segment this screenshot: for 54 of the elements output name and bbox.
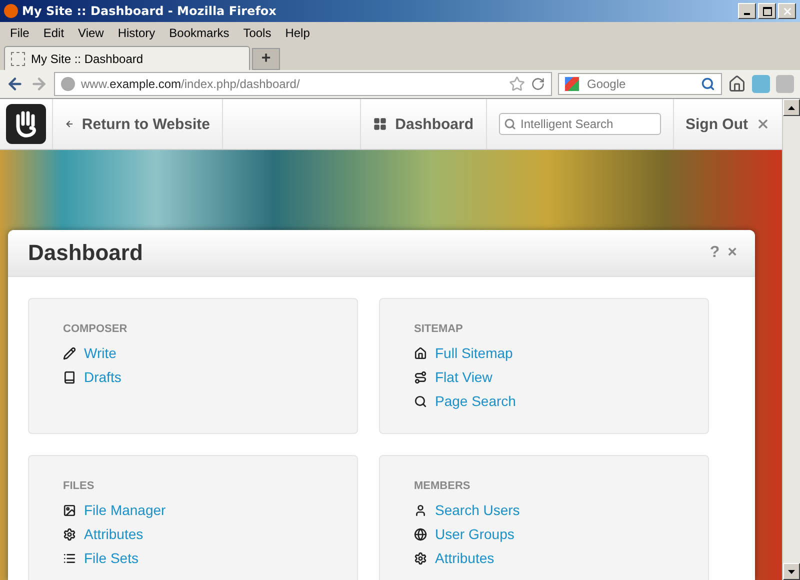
star-icon[interactable] (509, 76, 525, 92)
list-icon (63, 552, 76, 564)
blank-page-icon (11, 52, 25, 66)
pencil-icon (63, 346, 76, 360)
section-title: COMPOSER (63, 323, 128, 335)
gear-icon (414, 552, 427, 564)
menu-item[interactable]: Edit (43, 26, 64, 40)
url-text: www.example.com/index.php/dashboard/ (81, 77, 301, 91)
home-icon[interactable] (728, 75, 746, 93)
search-box[interactable]: Google (558, 73, 722, 95)
person-icon (414, 504, 427, 516)
intelligent-search-box[interactable]: Intelligent Search (498, 113, 660, 135)
caret-up-icon (788, 106, 795, 110)
section-title: SITEMAP (414, 323, 464, 335)
scroll-up-button[interactable] (783, 99, 800, 116)
return-link[interactable]: Return to Website (52, 99, 222, 149)
gear-icon (63, 528, 76, 540)
search-icon[interactable] (701, 77, 715, 91)
dashboard-link[interactable]: Dashboard (360, 99, 486, 149)
new-tab-button[interactable]: + (252, 48, 280, 70)
menu-item[interactable]: Bookmarks (169, 26, 230, 40)
road-icon (414, 370, 427, 384)
logo-icon[interactable] (6, 104, 46, 144)
close-icon (782, 6, 792, 16)
close-icon (756, 117, 770, 131)
picture-icon (63, 504, 76, 516)
close-button[interactable] (778, 3, 796, 19)
menu-item[interactable]: Help (285, 26, 310, 40)
menu-item[interactable]: History (118, 26, 156, 40)
house-icon (414, 346, 427, 360)
menu-item[interactable]: Tools (243, 26, 272, 40)
section-title: MEMBERS (414, 480, 472, 492)
search-icon (504, 118, 516, 130)
maximize-icon (762, 6, 772, 16)
scroll-down-button[interactable] (783, 563, 800, 580)
firefox-icon (4, 4, 18, 18)
reload-icon[interactable] (531, 77, 545, 91)
panel-title: Dashboard (28, 240, 144, 266)
book-icon (63, 370, 76, 384)
tab-title: My Site :: Dashboard (31, 52, 144, 66)
menu-item[interactable]: File (10, 26, 30, 40)
address-field[interactable]: www.example.com/index.php/dashboard/ (54, 72, 552, 96)
search-engine-icon (565, 77, 579, 91)
grid-icon (373, 117, 388, 131)
back-icon[interactable] (6, 75, 24, 93)
search-icon (414, 394, 427, 408)
caret-down-icon (788, 570, 795, 574)
browser-tab[interactable]: My Site :: Dashboard (4, 46, 250, 70)
scrollbar[interactable] (782, 99, 800, 580)
section-title: FILES (63, 480, 96, 492)
minimize-button[interactable] (738, 3, 756, 19)
maximize-button[interactable] (758, 3, 776, 19)
window-title-text: My Site :: Dashboard - Mozilla Firefox (22, 4, 276, 18)
menu-item[interactable]: View (78, 26, 104, 40)
